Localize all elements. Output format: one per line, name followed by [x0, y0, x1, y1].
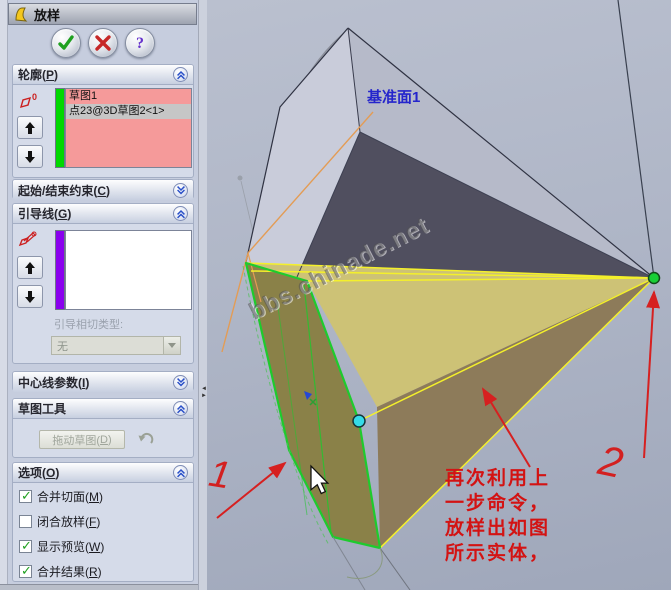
profile-selection-bar: [55, 88, 65, 168]
graphics-viewport[interactable]: bbs.chinade.net 基准面1 再次利用上 一步命令， 放样出如图 所…: [207, 0, 671, 590]
close-loft-checkbox[interactable]: ✓ 闭合放样(F): [19, 513, 100, 530]
annotation-line: 放样出如图: [445, 518, 551, 539]
profile-group-header[interactable]: 轮廓(P): [13, 65, 193, 85]
checkbox-label: 合并结果(R): [37, 565, 102, 579]
profile-selection-icon: 0: [19, 92, 37, 109]
guide-curve-selection-icon: [18, 231, 37, 247]
checkmark-icon: ✓: [21, 488, 32, 503]
vertex-point-green[interactable]: [647, 271, 661, 285]
question-icon: ?: [136, 35, 144, 52]
close-icon: [94, 35, 111, 51]
guide-curve-list[interactable]: [65, 230, 192, 310]
construction-line: [379, 547, 411, 590]
merge-tangent-faces-checkbox[interactable]: ✓ 合并切面(M): [19, 488, 103, 505]
merge-result-checkbox[interactable]: ✓ 合并结果(R): [19, 563, 102, 580]
guide-curves-label: 引导线(G): [18, 207, 72, 221]
panel-bottom-edge: [0, 584, 207, 590]
checkbox-label: 闭合放样(F): [37, 515, 101, 529]
up-arrow-icon: [25, 261, 35, 274]
move-profile-down-button[interactable]: [17, 145, 43, 168]
start-end-constraints-group: 起始/结束约束(C): [12, 179, 194, 200]
start-end-constraints-header[interactable]: 起始/结束约束(C): [13, 180, 193, 200]
annotation-line: 所示实体，: [445, 543, 551, 564]
up-arrow-icon: [25, 121, 35, 134]
guide-curves-group: 引导线(G) 引导相切类型: 无: [12, 203, 194, 364]
profile-list-item[interactable]: 草图1: [66, 89, 191, 104]
sketch-tools-label: 草图工具: [18, 402, 67, 416]
property-manager-titlebar: 放样: [8, 3, 197, 25]
expand-chevron-down-icon[interactable]: [173, 374, 188, 390]
checkbox-box: ✓: [19, 488, 32, 503]
panel-title: 放样: [34, 7, 61, 23]
options-group: 选项(O) ✓ 合并切面(M) ✓ 闭合放样(F) ✓ 显示预览(W) ✓ 合并…: [12, 462, 194, 582]
sketch-line[interactable]: [221, 252, 249, 353]
profile-group: 轮廓(P) 0 草图1 点23@3D草图2<1>: [12, 64, 194, 178]
sketch-tools-group: 草图工具 拖动草图(D): [12, 398, 194, 458]
guide-selection-bar: [55, 230, 65, 310]
profile-list[interactable]: 草图1 点23@3D草图2<1>: [65, 88, 192, 168]
centerline-parameters-label: 中心线参数(I): [18, 375, 90, 390]
checkbox-box: ✓: [19, 538, 32, 553]
svg-text:?: ?: [136, 35, 144, 52]
annotation-text: 再次利用上 一步命令， 放样出如图 所示实体，: [445, 466, 550, 566]
profile-list-item[interactable]: 点23@3D草图2<1>: [66, 104, 191, 119]
construction-line[interactable]: [617, 0, 655, 279]
sketch-point-leader: [240, 180, 255, 237]
check-icon: [57, 35, 74, 50]
panel-splitter[interactable]: ◄ ►: [198, 0, 207, 590]
start-end-constraints-label: 起始/结束约束(C): [18, 183, 111, 198]
undo-icon[interactable]: [137, 431, 155, 447]
move-guide-up-button[interactable]: [17, 256, 43, 279]
expand-chevron-down-icon[interactable]: [173, 182, 188, 198]
checkbox-label: 合并切面(M): [37, 490, 103, 504]
centerline-parameters-header[interactable]: 中心线参数(I): [13, 372, 193, 392]
checkmark-icon: ✓: [21, 538, 32, 553]
pm-toolbar: ?: [8, 28, 197, 62]
app-window: 放样 ? 轮廓(P) 0 草图1 点23@3D草图2<1> 起始/结束约束(C)…: [0, 0, 671, 590]
down-arrow-icon: [25, 290, 35, 303]
annotation-line: 一步命令，: [445, 493, 551, 514]
drag-sketch-button[interactable]: 拖动草图(D): [39, 430, 125, 449]
loft-property-manager: 放样 ? 轮廓(P) 0 草图1 点23@3D草图2<1> 起始/结束约束(C)…: [8, 0, 198, 584]
collapse-chevron-up-icon[interactable]: [173, 401, 188, 416]
options-label: 选项(O): [18, 466, 60, 480]
construction-curve: [346, 547, 383, 579]
profile-group-label: 轮廓(P): [18, 68, 59, 82]
annotation-line: 再次利用上: [445, 468, 551, 489]
checkmark-icon: ✓: [21, 563, 32, 578]
collapse-chevron-up-icon[interactable]: [173, 465, 188, 480]
guide-tangency-label: 引导相切类型:: [54, 319, 124, 331]
options-header[interactable]: 选项(O): [13, 463, 193, 483]
svg-text:0: 0: [32, 92, 37, 102]
ok-button[interactable]: [50, 28, 81, 58]
guide-curves-header[interactable]: 引导线(G): [13, 204, 193, 224]
construction-line: [332, 536, 366, 590]
window-left-edge: [0, 0, 8, 590]
sketch-point[interactable]: [237, 175, 243, 181]
cancel-button[interactable]: [87, 28, 118, 58]
centerline-parameters-group: 中心线参数(I): [12, 371, 194, 392]
down-arrow-icon: [25, 150, 35, 163]
show-preview-checkbox[interactable]: ✓ 显示预览(W): [19, 538, 104, 555]
vertex-point-cyan[interactable]: [352, 414, 366, 428]
checkbox-box: ✓: [19, 515, 32, 528]
dropdown-arrow-icon: [163, 337, 180, 354]
sketch-tools-header[interactable]: 草图工具: [13, 399, 193, 419]
collapse-chevron-up-icon[interactable]: [173, 206, 188, 221]
reference-plane-label: 基准面1: [367, 89, 421, 106]
checkbox-label: 显示预览(W): [37, 540, 105, 554]
collapse-chevron-up-icon[interactable]: [173, 67, 188, 82]
loft-feature-icon: [15, 7, 28, 22]
move-guide-down-button[interactable]: [17, 285, 43, 308]
checkbox-box: ✓: [19, 563, 32, 578]
move-profile-up-button[interactable]: [17, 116, 43, 139]
help-button[interactable]: ?: [124, 28, 155, 58]
guide-tangency-select[interactable]: 无: [51, 336, 181, 355]
guide-tangency-value: 无: [57, 340, 68, 353]
